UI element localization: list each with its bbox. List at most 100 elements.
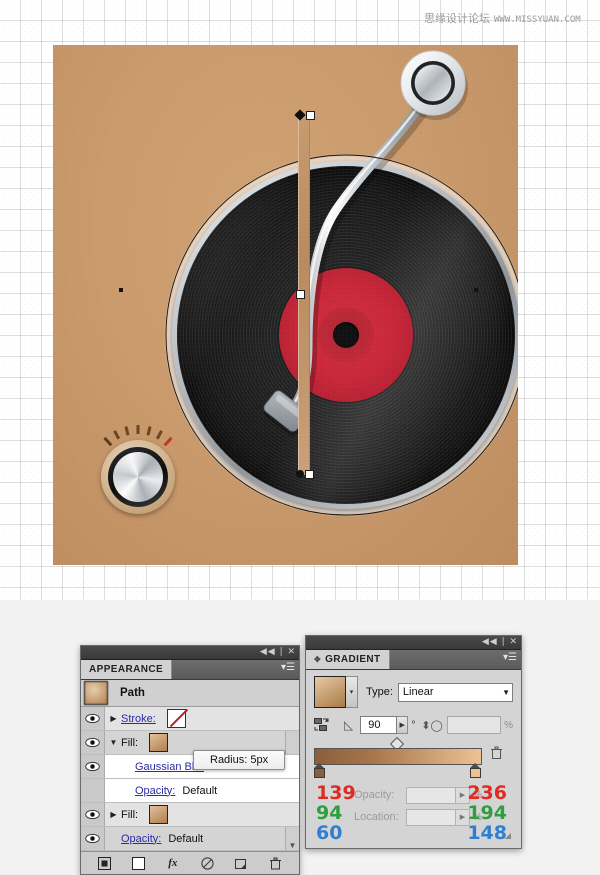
add-new-stroke-icon[interactable]: [97, 856, 111, 870]
fill-swatch-gradient-top[interactable]: [149, 733, 169, 752]
eye-icon: [85, 737, 100, 748]
appearance-panel-footer[interactable]: fx: [81, 851, 299, 874]
delete-stop-icon[interactable]: [490, 746, 503, 763]
anchor-point-top[interactable]: [294, 109, 306, 121]
start-b-value: 60: [316, 822, 343, 844]
reverse-gradient-icon[interactable]: [314, 718, 330, 733]
appearance-object-row[interactable]: Path: [81, 680, 299, 707]
row-value-opacity-bottom: Default: [168, 832, 204, 845]
stroke-swatch-none[interactable]: [166, 709, 186, 728]
gradient-panel-menu-icon[interactable]: ▾☰: [503, 653, 517, 663]
gradient-panel-window-buttons[interactable]: ◀◀ | ✕: [482, 637, 518, 647]
gradient-aspect-input[interactable]: [446, 716, 502, 734]
gradient-panel-tabrow[interactable]: ✥ GRADIENT ▾☰: [306, 650, 521, 670]
opacity-input[interactable]: ▶: [406, 786, 470, 804]
appearance-row-opacity-bottom[interactable]: Opacity: Default: [81, 827, 299, 851]
row-label-stroke[interactable]: Stroke:: [121, 713, 156, 725]
start-g-value: 94: [316, 802, 343, 824]
gradient-panel-body[interactable]: ▾ Type: Linear ▼ ◺ 90 ▶ ° ⬍◯ % 139 94 60…: [306, 670, 521, 848]
speed-knob[interactable]: [101, 440, 175, 514]
appearance-panel-titlebar[interactable]: ◀◀ | ✕: [81, 646, 299, 660]
appearance-row-stroke[interactable]: ▶ Stroke:: [81, 707, 299, 731]
visibility-toggle-fill-bottom[interactable]: [81, 803, 105, 826]
bounding-point-left[interactable]: [119, 288, 123, 292]
gradient-preview-swatch[interactable]: [314, 676, 346, 708]
tonearm[interactable]: [53, 45, 518, 565]
visibility-toggle-stroke[interactable]: [81, 707, 105, 730]
row-label-fill-top[interactable]: Fill:: [121, 737, 138, 749]
gradient-stop-fields[interactable]: 139 94 60 236 194 148 Opacity: ▶ % Locat…: [314, 784, 513, 844]
visibility-toggle-fill-top[interactable]: [81, 731, 105, 754]
gradient-preset-dropdown-arrow[interactable]: ▾: [346, 676, 358, 708]
gradient-type-select[interactable]: Linear ▼: [397, 682, 513, 702]
location-label: Location:: [354, 811, 399, 823]
artboard[interactable]: [53, 45, 518, 565]
anchor-point-middle[interactable]: [296, 290, 305, 299]
gradient-type-value: Linear: [402, 686, 434, 698]
gradient-stop-end[interactable]: [470, 763, 481, 778]
gradient-slider[interactable]: [314, 736, 513, 778]
disclosure-triangle-fill-bottom[interactable]: ▶: [107, 810, 120, 819]
aspect-ratio-icon: ⬍◯: [421, 719, 443, 732]
row-label-opacity-nested[interactable]: Opacity:: [135, 785, 175, 797]
watermark-cn: 思缘设计论坛: [424, 12, 490, 25]
gradient-angle-value: 90: [368, 719, 381, 731]
degree-symbol: °: [411, 719, 416, 731]
record-sheen: [177, 166, 515, 504]
delete-item-icon[interactable]: [269, 856, 283, 870]
stop-color-start[interactable]: [314, 768, 325, 778]
disclosure-triangle-fill-top[interactable]: ▼: [107, 738, 120, 747]
location-input[interactable]: ▶: [406, 808, 470, 826]
visibility-toggle-opacity-bottom[interactable]: [81, 827, 105, 850]
radius-tooltip: Radius: 5px: [193, 750, 286, 770]
bounding-point-right[interactable]: [474, 288, 478, 292]
selection-path-overlay: [165, 154, 518, 516]
canvas-grid-area[interactable]: 思缘设计论坛 WWW.MISSYUAN.COM: [0, 0, 600, 600]
appearance-row-opacity-nested[interactable]: Opacity: Default: [81, 779, 299, 803]
stop-color-end[interactable]: [470, 768, 481, 778]
row-label-opacity-bottom[interactable]: Opacity:: [121, 833, 161, 845]
type-label: Type:: [366, 686, 393, 698]
gradient-panel[interactable]: ◀◀ | ✕ ✥ GRADIENT ▾☰ ▾ Type: Linear ▼ ◺ …: [305, 635, 522, 849]
anchor-handle-top[interactable]: [306, 111, 315, 120]
visibility-toggle-blur[interactable]: [81, 755, 105, 778]
appearance-panel[interactable]: ◀◀ | ✕ APPEARANCE ▾☰ ▲ ▼ Path ▶ Stroke:: [80, 645, 300, 875]
gradient-stop-start[interactable]: [314, 763, 325, 778]
record-label-shading: [318, 307, 374, 363]
gradient-angle-input[interactable]: 90: [360, 716, 398, 734]
anchor-point-bottom[interactable]: [296, 470, 304, 478]
gradient-panel-titlebar[interactable]: ◀◀ | ✕: [306, 636, 521, 650]
add-new-fill-icon[interactable]: [131, 856, 145, 870]
appearance-panel-window-buttons[interactable]: ◀◀ | ✕: [260, 647, 296, 657]
gradient-ramp[interactable]: [314, 748, 482, 765]
chevron-down-icon: ▼: [502, 687, 510, 697]
row-label-fill-bottom[interactable]: Fill:: [121, 809, 138, 821]
duplicate-item-icon[interactable]: [234, 856, 248, 870]
gradient-angle-row[interactable]: ◺ 90 ▶ ° ⬍◯ %: [314, 716, 513, 734]
gradient-type-row[interactable]: ▾ Type: Linear ▼: [314, 676, 513, 708]
end-b-value: 148: [467, 822, 507, 844]
add-new-effect-icon[interactable]: fx: [166, 856, 180, 870]
appearance-panel-tabrow[interactable]: APPEARANCE ▾☰: [81, 660, 299, 680]
gradient-angle-stepper[interactable]: ▶: [397, 716, 409, 734]
tab-appearance[interactable]: APPEARANCE: [81, 660, 173, 679]
eye-icon: [85, 809, 100, 820]
appearance-row-fill-bottom[interactable]: ▶ Fill:: [81, 803, 299, 827]
tab-gradient[interactable]: ✥ GRADIENT: [306, 650, 390, 669]
watermark: 思缘设计论坛 WWW.MISSYUAN.COM: [424, 10, 581, 26]
anchor-handle-bottom[interactable]: [305, 470, 314, 479]
eye-icon: [85, 713, 100, 724]
clear-appearance-icon[interactable]: [200, 856, 214, 870]
fill-swatch-gradient-bottom[interactable]: [149, 805, 169, 824]
disclosure-triangle-stroke[interactable]: ▶: [107, 714, 120, 723]
appearance-panel-menu-icon[interactable]: ▾☰: [281, 663, 295, 673]
vinyl-record[interactable]: [166, 155, 518, 515]
record-outer-glow: [166, 155, 518, 515]
appearance-list[interactable]: ▲ ▼ Path ▶ Stroke:: [81, 680, 299, 851]
selected-path-shape[interactable]: [298, 115, 310, 475]
record-grooves: [177, 166, 515, 504]
tab-gradient-label: GRADIENT: [325, 654, 381, 665]
opacity-label: Opacity:: [354, 789, 395, 801]
tab-gradient-sort-icon: ✥: [314, 655, 322, 664]
panel-resize-grip[interactable]: ◢: [505, 831, 511, 840]
